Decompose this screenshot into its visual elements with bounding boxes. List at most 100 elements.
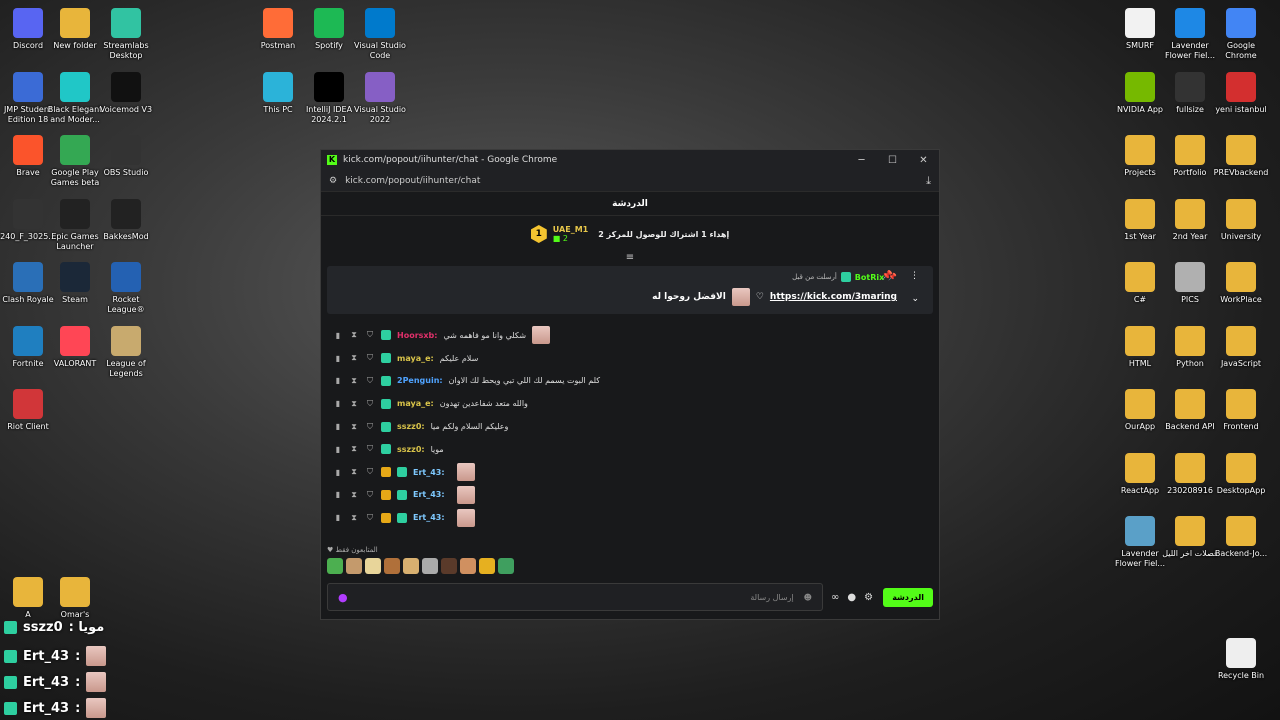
message-username[interactable]: sszz0: [397, 422, 425, 431]
emote[interactable] [460, 558, 476, 574]
desktop-icon-projects[interactable]: Projects [1112, 131, 1168, 178]
desktop-icon-black-elegant-and-moder-[interactable]: Black Elegant and Moder... [47, 68, 103, 125]
emote[interactable] [365, 558, 381, 574]
emote-bar[interactable] [321, 558, 520, 574]
desktop-icon-desktopapp[interactable]: DesktopApp [1213, 449, 1269, 496]
chat-message[interactable]: ▮ ⧗ ⛉ Ert_43: [333, 461, 939, 484]
desktop-icon-yeni-istanbul[interactable]: yeni istanbul [1213, 68, 1269, 115]
ban-icon[interactable]: ⛉ [365, 444, 375, 454]
emote[interactable] [346, 558, 362, 574]
desktop-icon-google-chrome[interactable]: Google Chrome [1213, 4, 1269, 61]
timeout-icon[interactable]: ⧗ [349, 444, 359, 454]
desktop-icon-visual-studio-2022[interactable]: Visual Studio 2022 [352, 68, 408, 125]
ban-icon[interactable]: ⛉ [365, 353, 375, 363]
desktop-icon-230208916[interactable]: 230208916 [1162, 449, 1218, 496]
desktop-icon-visual-studio-code[interactable]: Visual Studio Code [352, 4, 408, 61]
minimize-button[interactable]: ─ [846, 155, 877, 166]
emote[interactable] [327, 558, 343, 574]
chat-input[interactable]: ● إرسال رسالة ☻ [327, 583, 823, 611]
delete-icon[interactable]: ▮ [333, 399, 343, 408]
ban-icon[interactable]: ⛉ [365, 490, 375, 500]
message-username[interactable]: Ert_43: [413, 468, 445, 477]
desktop-icon-streamlabs-desktop[interactable]: Streamlabs Desktop [98, 4, 154, 61]
desktop-icon-bakkesmod[interactable]: BakkesMod [98, 195, 154, 242]
message-username[interactable]: maya_e: [397, 354, 434, 363]
ban-icon[interactable]: ⛉ [365, 330, 375, 340]
emote[interactable] [384, 558, 400, 574]
message-username[interactable]: Hoorsxb: [397, 331, 437, 340]
ban-icon[interactable]: ⛉ [365, 467, 375, 477]
desktop-icon-riot-client[interactable]: Riot Client [0, 385, 56, 432]
title-bar[interactable]: K kick.com/popout/iihunter/chat - Google… [321, 150, 939, 170]
delete-icon[interactable]: ▮ [333, 445, 343, 454]
emote[interactable] [479, 558, 495, 574]
site-settings-icon[interactable]: ⚙ [329, 176, 337, 186]
timeout-icon[interactable]: ⧗ [349, 422, 359, 432]
emote[interactable] [403, 558, 419, 574]
desktop-icon-javascript[interactable]: JavaScript [1213, 322, 1269, 369]
desktop-icon-obs-studio[interactable]: OBS Studio [98, 131, 154, 178]
leader-name[interactable]: UAE_M1 [553, 225, 588, 234]
chat-message[interactable]: ▮ ⧗ ⛉ Ert_43: [333, 506, 939, 529]
desktop-icon-frontend[interactable]: Frontend [1213, 385, 1269, 432]
desktop-icon-steam[interactable]: Steam [47, 258, 103, 305]
desktop-icon-backend-jo-[interactable]: Backend-Jo... [1213, 512, 1269, 559]
download-icon[interactable]: ⤓ [926, 174, 931, 188]
desktop-icon-fullsize[interactable]: fullsize [1162, 68, 1218, 115]
desktop-icon-prevbackend[interactable]: PREVbackend [1213, 131, 1269, 178]
chat-message[interactable]: ▮ ⧗ ⛉ 2Penguin: كلم البوت يسمم لك اللي تبي و… [333, 370, 939, 393]
emote[interactable] [422, 558, 438, 574]
unpin-icon[interactable]: 📌 [882, 271, 893, 281]
delete-icon[interactable]: ▮ [333, 354, 343, 363]
desktop-icon-reactapp[interactable]: ReactApp [1112, 449, 1168, 496]
settings-icon[interactable]: ⚙ [864, 592, 873, 603]
desktop-icon--[interactable]: فصلات اخر الليل [1162, 512, 1218, 559]
timeout-icon[interactable]: ⧗ [349, 467, 359, 477]
desktop-icon-pics[interactable]: PICS [1162, 258, 1218, 305]
desktop-icon-new-folder[interactable]: New folder [47, 4, 103, 51]
chat-message[interactable]: ▮ ⧗ ⛉ Hoorsxb: شكلي وانا مو فاهمه شي [333, 324, 939, 347]
message-username[interactable]: Ert_43: [413, 490, 445, 499]
chevron-down-icon[interactable]: ⌄ [911, 294, 919, 304]
pinned-link[interactable]: https://kick.com/3maring [770, 292, 897, 302]
chat-message[interactable]: ▮ ⧗ ⛉ sszz0: وعليكم السلام ولكم ميا [333, 415, 939, 438]
desktop-icon-this-pc[interactable]: This PC [250, 68, 306, 115]
send-chat-button[interactable]: الدردشة [883, 587, 933, 607]
chat-message[interactable]: ▮ ⧗ ⛉ maya_e: سلام عليكم [333, 347, 939, 370]
close-button[interactable]: ✕ [908, 155, 939, 166]
delete-icon[interactable]: ▮ [333, 468, 343, 477]
desktop-icon-epic-games-launcher[interactable]: Epic Games Launcher [47, 195, 103, 252]
desktop-icon-backend-api[interactable]: Backend API [1162, 385, 1218, 432]
chat-message[interactable]: ▮ ⧗ ⛉ maya_e: والله متعد شفاعدين تهدون [333, 392, 939, 415]
timeout-icon[interactable]: ⧗ [349, 330, 359, 340]
desktop-icon-voicemod-v3[interactable]: Voicemod V3 [98, 68, 154, 115]
chat-message[interactable]: ▮ ⧗ ⛉ sszz0: مويا [333, 438, 939, 461]
desktop-icon-lavender-flower-fiel-[interactable]: Lavender Flower Fiel... [1112, 512, 1168, 569]
maximize-button[interactable]: ☐ [877, 155, 908, 166]
ban-icon[interactable]: ⛉ [365, 399, 375, 409]
desktop-icon-recycle-bin[interactable]: Recycle Bin [1213, 634, 1269, 681]
ban-icon[interactable]: ⛉ [365, 513, 375, 523]
emoji-icon[interactable]: ☻ [804, 593, 812, 602]
desktop-icon-python[interactable]: Python [1162, 322, 1218, 369]
infinity-icon[interactable]: ∞ [831, 592, 839, 603]
delete-icon[interactable]: ▮ [333, 422, 343, 431]
more-options-icon[interactable]: ⋮ [910, 271, 919, 281]
desktop-icon-lavender-flower-fiel-[interactable]: Lavender Flower Fiel... [1162, 4, 1218, 61]
desktop-icon-league-of-legends[interactable]: League of Legends [98, 322, 154, 379]
ban-icon[interactable]: ⛉ [365, 376, 375, 386]
delete-icon[interactable]: ▮ [333, 490, 343, 499]
timeout-icon[interactable]: ⧗ [349, 399, 359, 409]
collapse-icon[interactable]: ≡ [321, 252, 939, 264]
desktop-icon-1st-year[interactable]: 1st Year [1112, 195, 1168, 242]
emote[interactable] [441, 558, 457, 574]
desktop-icon-html[interactable]: HTML [1112, 322, 1168, 369]
url-text[interactable]: kick.com/popout/iihunter/chat [345, 176, 480, 186]
emote[interactable] [498, 558, 514, 574]
leaderboard[interactable]: 1 UAE_M1 ■ 2 إهداء 1 اشتراك للوصول للمرك… [321, 216, 939, 252]
desktop-icon-nvidia-app[interactable]: NVIDIA App [1112, 68, 1168, 115]
timeout-icon[interactable]: ⧗ [349, 376, 359, 386]
desktop-icon-rocket-league-[interactable]: Rocket League® [98, 258, 154, 315]
desktop-icon-workplace[interactable]: WorkPlace [1213, 258, 1269, 305]
delete-icon[interactable]: ▮ [333, 513, 343, 522]
